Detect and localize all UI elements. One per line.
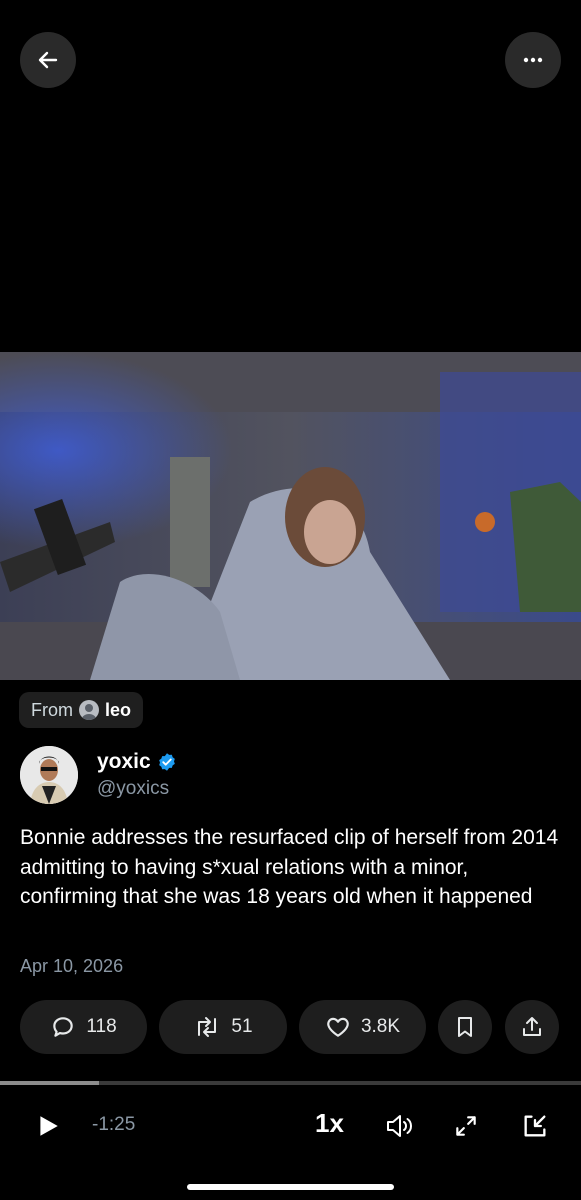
pip-button[interactable] bbox=[518, 1106, 552, 1146]
like-count: 3.8K bbox=[360, 1016, 401, 1037]
from-label: From bbox=[31, 699, 73, 720]
video-scene bbox=[0, 352, 581, 680]
verified-badge-icon bbox=[158, 753, 175, 771]
back-button[interactable] bbox=[20, 32, 76, 88]
more-horizontal-icon bbox=[523, 57, 543, 63]
video-progress-fill bbox=[0, 1081, 99, 1085]
fullscreen-button[interactable] bbox=[450, 1106, 482, 1146]
time-remaining: -1:25 bbox=[92, 1114, 136, 1135]
more-button[interactable] bbox=[505, 32, 561, 88]
post-date: Apr 10, 2026 bbox=[20, 956, 124, 976]
source-username: leo bbox=[105, 699, 132, 720]
repost-icon bbox=[198, 1017, 217, 1037]
reply-icon bbox=[53, 1017, 74, 1037]
video-progress-bar[interactable] bbox=[0, 1081, 581, 1085]
home-indicator bbox=[187, 1184, 394, 1190]
picture-in-picture-icon bbox=[524, 1115, 546, 1137]
play-icon bbox=[40, 1116, 58, 1136]
post-text: Bonnie addresses the resurfaced clip of … bbox=[20, 826, 559, 908]
expand-icon bbox=[456, 1116, 476, 1136]
bookmark-button[interactable] bbox=[438, 1000, 492, 1054]
author-handle: @yoxics bbox=[97, 778, 170, 799]
bookmark-icon bbox=[458, 1017, 472, 1037]
author-name-row[interactable]: yoxic bbox=[97, 750, 177, 774]
avatar[interactable] bbox=[20, 746, 78, 804]
reply-count: 118 bbox=[86, 1016, 117, 1037]
display-name: yoxic bbox=[97, 750, 151, 773]
share-button[interactable] bbox=[505, 1000, 559, 1054]
repost-count: 51 bbox=[231, 1016, 253, 1037]
source-avatar bbox=[79, 700, 99, 720]
playback-speed-button[interactable]: 1x bbox=[315, 1108, 344, 1139]
like-button[interactable]: 3.8K bbox=[299, 1000, 426, 1054]
reply-button[interactable]: 118 bbox=[20, 1000, 147, 1054]
repost-button[interactable]: 51 bbox=[159, 1000, 287, 1054]
play-button[interactable] bbox=[30, 1106, 66, 1146]
volume-button[interactable] bbox=[382, 1106, 416, 1146]
heart-icon bbox=[327, 1017, 349, 1037]
video-frame[interactable] bbox=[0, 352, 581, 680]
arrow-left-icon bbox=[38, 51, 58, 69]
source-attribution[interactable]: From leo bbox=[19, 692, 144, 728]
speaker-icon bbox=[387, 1115, 413, 1137]
share-icon bbox=[523, 1017, 541, 1036]
